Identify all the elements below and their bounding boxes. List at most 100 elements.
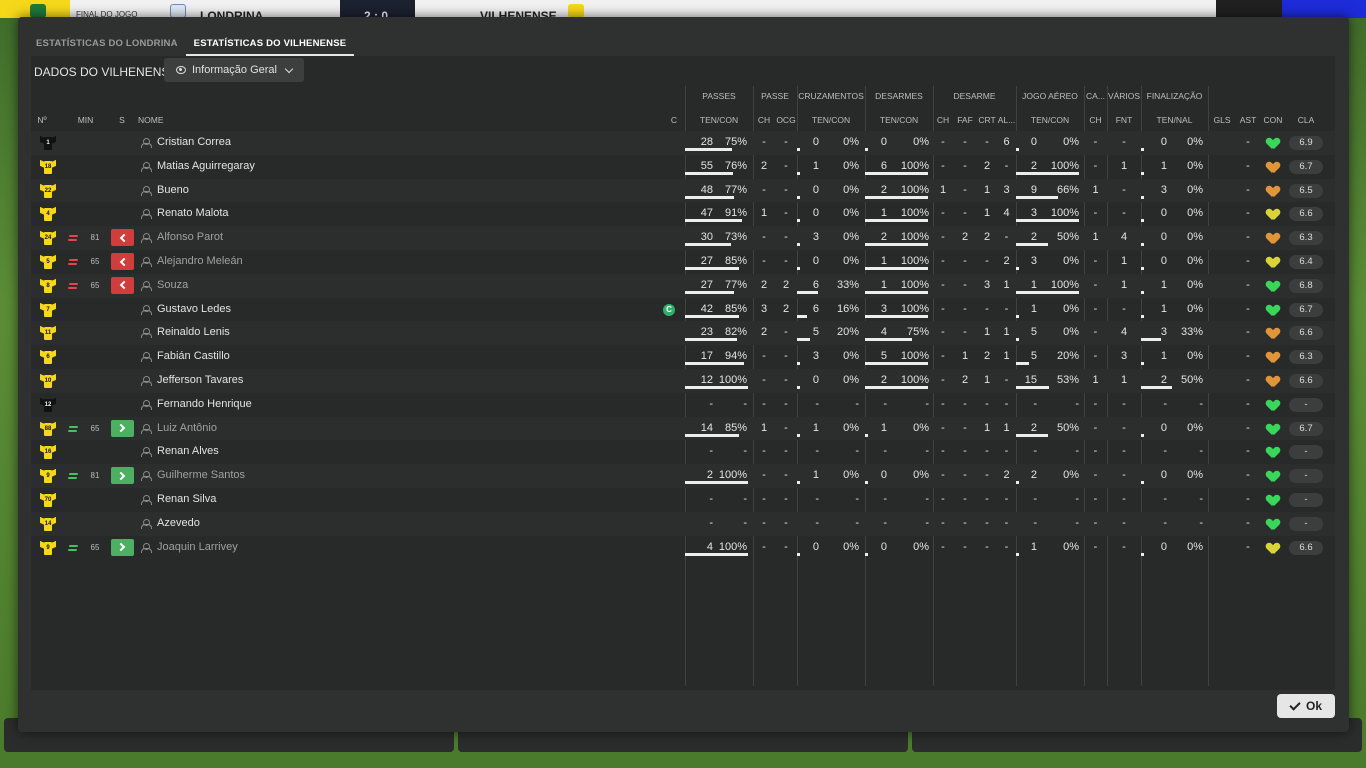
col-header-min[interactable]: MIN — [73, 115, 98, 125]
col-header-desarme-crt[interactable]: CRT — [977, 115, 997, 125]
col-header-captain[interactable]: C — [668, 115, 680, 125]
col-header-num[interactable]: Nº — [31, 115, 53, 125]
table-row[interactable]: 12 Fernando Henrique - - - - - - - - - - - - - - - - - - - - — [31, 393, 1335, 417]
col-header-name[interactable]: NOME — [138, 115, 178, 125]
col-header-gls[interactable]: GLS — [1208, 115, 1236, 125]
player-profile-icon[interactable] — [141, 352, 152, 363]
player-profile-icon[interactable] — [141, 376, 152, 386]
player-profile-icon[interactable] — [141, 328, 152, 339]
player-profile-icon[interactable] — [141, 233, 152, 244]
table-row[interactable]: 5 65 Alejandro Meleán 27 85% - -0 0% 1 100% - - -2 3 0… — [31, 250, 1335, 274]
col-header-desarme-al[interactable]: AL... — [997, 115, 1016, 125]
player-profile-icon[interactable] — [141, 161, 152, 172]
player-name[interactable]: Guilherme Santos — [157, 464, 457, 487]
col-header-passe-ocg[interactable]: OCG — [775, 115, 797, 125]
col-header-cartoes-ch[interactable]: CH — [1084, 115, 1107, 125]
player-profile-icon[interactable] — [141, 542, 152, 553]
tab-vilhenense-stats[interactable]: ESTATÍSTICAS DO VILHENENSE — [185, 35, 355, 56]
col-header-desarmes-tc[interactable]: TEN/CON — [865, 115, 933, 125]
table-row[interactable]: 24 81 Alfonso Parot 30 73% - -3 0% 2 100% -2 2-2 50%… — [31, 226, 1335, 250]
player-name[interactable]: Bueno — [157, 179, 457, 202]
player-name[interactable]: Renato Malota — [157, 202, 457, 225]
ok-button[interactable]: Ok — [1277, 694, 1335, 718]
player-name[interactable]: Azevedo — [157, 512, 457, 535]
player-profile-icon[interactable] — [141, 280, 152, 291]
col-header-varios-fnt[interactable]: FNT — [1107, 115, 1141, 125]
shots: 0 — [1160, 207, 1167, 220]
player-profile-icon[interactable] — [141, 257, 152, 267]
table-row[interactable]: 16 Renan Alves - - - - - - - - - - - - - - - - - - - - — [31, 440, 1335, 464]
player-profile-icon[interactable] — [141, 185, 152, 196]
fouls-committed: - — [963, 159, 967, 172]
table-row[interactable]: 7 Gustavo Ledes C 42 85% 3 2 6 16% 3 100% - - - -1 0% - -… — [31, 298, 1335, 322]
player-name[interactable]: Fabián Castillo — [157, 345, 457, 368]
col-header-sub[interactable]: S — [116, 115, 128, 125]
aerials-attempted: 1 — [1030, 540, 1037, 553]
substituted-off-button[interactable] — [111, 276, 134, 294]
col-header-ast[interactable]: AST — [1236, 115, 1260, 125]
col-header-passes-tc[interactable]: TEN/CON — [685, 115, 753, 125]
table-row[interactable]: 9 81 Guilherme Santos 2 100% - -1 0% 0 0% - - -2 2 0% -… — [31, 464, 1335, 488]
table-row[interactable]: 4 Renato Malota 47 91% 1-0 0% 1 100% - -1 4 3 100% - -… — [31, 202, 1335, 226]
view-selector-dropdown[interactable]: Informação Geral — [164, 58, 304, 82]
player-name[interactable]: Cristian Correa — [157, 131, 457, 154]
player-name[interactable]: Gustavo Ledes — [157, 298, 457, 321]
table-row[interactable]: 11 Reinaldo Lenis 23 82% 2-5 20% 4 75% - -1 1 5 0% -4… — [31, 321, 1335, 346]
player-name[interactable]: Alejandro Meleán — [157, 250, 457, 273]
col-header-passe-ch[interactable]: CH — [753, 115, 775, 125]
player-profile-icon[interactable] — [141, 399, 152, 410]
player-name[interactable]: Jefferson Tavares — [157, 369, 457, 392]
table-row[interactable]: 8 65 Souza 27 77% 2 2 6 33% 1 100% - -3 1 1 100% -1 1 0% -6… — [31, 273, 1335, 298]
player-profile-icon[interactable] — [141, 495, 152, 505]
substituted-on-button[interactable] — [111, 419, 134, 437]
col-header-cla[interactable]: CLA — [1286, 115, 1326, 125]
col-header-desarme-ch[interactable]: CH — [933, 115, 953, 125]
table-row[interactable]: 14 Azevedo - - - - - - - - - - - - - - - - - - - - — [31, 511, 1335, 536]
col-header-desarme-faf[interactable]: FAF — [953, 115, 977, 125]
player-profile-icon[interactable] — [141, 423, 152, 434]
key-passes: - — [762, 374, 766, 386]
substituted-off-button[interactable] — [111, 253, 134, 270]
player-name[interactable]: Alfonso Parot — [157, 226, 457, 249]
player-profile-icon[interactable] — [141, 209, 152, 220]
player-name[interactable]: Renan Silva — [157, 488, 457, 511]
key-passes: 2 — [760, 326, 768, 339]
player-profile-icon[interactable] — [141, 304, 152, 315]
table-row[interactable]: 6 Fabián Castillo 17 94% - -3 0% 5 100% -1 2 1 5 20% -… — [31, 345, 1335, 369]
goals — [1208, 226, 1236, 249]
player-profile-icon[interactable] — [141, 447, 152, 458]
key-passes: - — [762, 540, 766, 553]
key-passes: - — [762, 231, 766, 244]
table-row[interactable]: 22 Bueno 48 77% - -0 0% 2 100% 1-1 3 9 66% 1-3 0% -6.5 — [31, 178, 1335, 203]
table-row[interactable]: 70 Renan Silva - - - - - - - - - - - - - - - - - - - - — [31, 488, 1335, 512]
sub-out-icon — [68, 258, 79, 266]
substituted-on-button[interactable] — [111, 467, 134, 485]
player-name[interactable]: Matias Aguirregaray — [157, 155, 457, 178]
player-name[interactable]: Fernando Henrique — [157, 393, 457, 416]
col-header-cruz-tc[interactable]: TEN/CON — [797, 115, 865, 125]
table-row[interactable]: 88 65 Luiz Antônio 14 85% 1-1 0% 1 0% - -1 1 2 50% - -0… — [31, 416, 1335, 441]
sub-out-icon — [68, 234, 79, 242]
table-row[interactable]: 10 Jefferson Tavares 12 100% - -0 0% 2 100% -2 1-1… — [31, 369, 1335, 393]
table-row[interactable]: 18 Matias Aguirregaray 55 76% 2-1 0% 6 100% - -2-… — [31, 155, 1335, 179]
player-name[interactable]: Joaquin Larrivey — [157, 536, 457, 559]
col-header-con[interactable]: CON — [1260, 115, 1286, 125]
group-header-passe: PASSE — [761, 91, 789, 101]
player-name[interactable]: Souza — [157, 274, 457, 297]
substituted-on-button[interactable] — [111, 538, 134, 556]
col-header-aereo-tc[interactable]: TEN/CON — [1016, 115, 1084, 125]
player-name[interactable]: Renan Alves — [157, 440, 457, 463]
table-row[interactable]: 1 Cristian Correa 28 75% - -0 0% 0 0% - - -6 0 0% - -0 0… — [31, 131, 1335, 155]
substituted-off-button[interactable] — [111, 229, 134, 247]
player-name[interactable]: Luiz Antônio — [157, 417, 457, 440]
player-profile-icon[interactable] — [141, 471, 152, 482]
table-row[interactable]: 9 65 Joaquin Larrivey 4 100% - -0 0% 0 0% - - - -1 0% -… — [31, 536, 1335, 560]
group-header-finalizacao: FINALIZAÇÃO — [1146, 91, 1203, 101]
player-profile-icon[interactable] — [141, 138, 152, 148]
player-name[interactable]: Reinaldo Lenis — [157, 321, 457, 344]
chances-created: - — [784, 326, 788, 339]
tab-londrina-stats[interactable]: ESTATÍSTICAS DO LONDRINA — [28, 35, 186, 56]
col-header-finalizacao-tn[interactable]: TEN/NAL — [1141, 115, 1208, 125]
player-profile-icon[interactable] — [141, 518, 152, 529]
crosses-attempted: - — [815, 397, 819, 410]
